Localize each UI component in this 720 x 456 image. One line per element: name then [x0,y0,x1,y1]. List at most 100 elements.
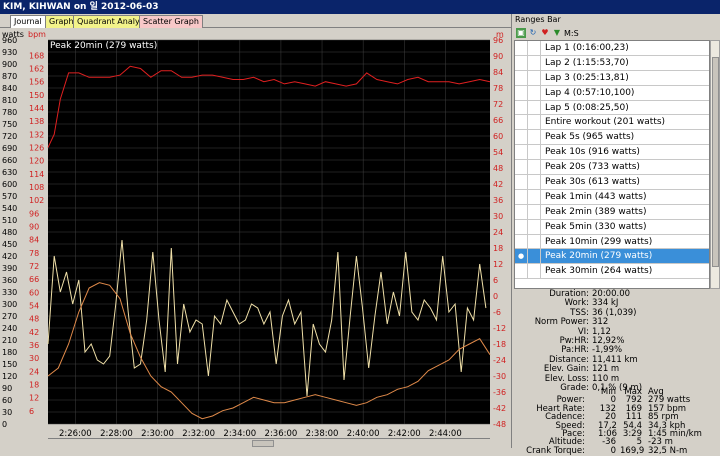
watts-tick-label: 450 [2,240,17,249]
range-item-label: Peak 30s (613 watts) [545,176,640,187]
watts-tick-label: 690 [2,144,17,153]
range-item-label: Peak 20min (279 watts) [545,251,653,262]
range-item-label: Lap 1 (0:16:00,23) [545,42,629,53]
bpm-tick-label: 78 [29,249,39,258]
bpm-tick-label: 132 [29,130,44,139]
range-select-checkbox[interactable] [528,160,541,175]
range-item[interactable]: Peak 20s (733 watts) [515,160,709,176]
image-icon[interactable]: ▣ [516,28,526,38]
scroll-thumb[interactable] [712,57,719,267]
bpm-tick-label: 66 [29,275,39,284]
altitude-tick-label: 84 [493,68,503,77]
watts-tick-label: 810 [2,96,17,105]
range-select-checkbox[interactable] [528,204,541,219]
range-select-checkbox[interactable] [528,219,541,234]
bpm-tick-label: 114 [29,170,44,179]
range-visibility-checkbox[interactable] [515,55,528,70]
ranges-vertical-scrollbar[interactable] [710,40,720,289]
range-select-checkbox[interactable] [528,249,541,264]
range-visibility-checkbox[interactable] [515,204,528,219]
range-visibility-checkbox[interactable] [515,189,528,204]
range-item-label: Peak 30min (264 watts) [545,266,653,277]
range-select-checkbox[interactable] [528,100,541,115]
range-visibility-checkbox[interactable] [515,130,528,145]
bpm-tick-label: 6 [29,407,34,416]
altitude-tick-label: 48 [493,164,503,173]
range-visibility-checkbox[interactable] [515,41,528,55]
range-select-checkbox[interactable] [528,174,541,189]
range-item[interactable]: Peak 10s (916 watts) [515,145,709,161]
range-item[interactable]: Peak 1min (443 watts) [515,189,709,205]
time-format-toggle[interactable]: M:S [564,29,579,38]
range-item[interactable]: Peak 10min (299 watts) [515,234,709,250]
ranges-list[interactable]: Lap 1 (0:16:00,23) Lap 2 (1:15:53,70) Lap … [514,40,710,289]
range-visibility-checkbox[interactable] [515,174,528,189]
range-item[interactable]: Entire workout (201 watts) [515,115,709,131]
range-select-checkbox[interactable] [528,85,541,100]
tab-scatter-graph[interactable]: Scatter Graph [139,15,203,28]
range-item[interactable]: Lap 3 (0:25:13,81) [515,70,709,86]
range-item-label: Peak 5s (965 watts) [545,132,635,143]
range-visibility-checkbox[interactable] [515,264,528,279]
range-select-checkbox[interactable] [528,55,541,70]
ranges-bar-title: Ranges Bar [515,15,561,24]
range-visibility-checkbox[interactable]: ● [515,249,528,264]
watts-tick-label: 120 [2,372,17,381]
range-visibility-checkbox[interactable] [515,160,528,175]
watts-tick-label: 510 [2,216,17,225]
range-select-checkbox[interactable] [528,41,541,55]
refresh-icon[interactable]: ↻ [528,28,538,38]
range-select-checkbox[interactable] [528,189,541,204]
range-visibility-checkbox[interactable] [515,219,528,234]
range-select-checkbox[interactable] [528,115,541,130]
range-item[interactable]: Peak 2min (389 watts) [515,204,709,220]
altitude-tick-label: 60 [493,132,503,141]
mma-row: Heart Rate: 132 169 157 bpm [512,404,720,413]
range-select-checkbox[interactable] [528,145,541,160]
range-item[interactable]: Peak 5min (330 watts) [515,219,709,235]
graph-chart[interactable]: 9609309008708408107807507206906606306005… [0,28,511,448]
watts-tick-label: 570 [2,192,17,201]
range-visibility-checkbox[interactable] [515,100,528,115]
range-visibility-checkbox[interactable] [515,145,528,160]
altitude-tick-label: 6 [493,276,498,285]
watts-tick-label: 30 [2,408,12,417]
range-select-checkbox[interactable] [528,264,541,279]
range-item[interactable]: Lap 5 (0:08:25,50) [515,100,709,116]
range-select-checkbox[interactable] [528,70,541,85]
altitude-axis-unit: m [496,30,504,39]
graph-panel[interactable]: 960 930 900 870 840 810 780 750 720 690 660 630 600 5… [0,28,511,448]
watts-tick-label: 780 [2,108,17,117]
range-item-label: Peak 1min (443 watts) [545,191,647,202]
range-visibility-checkbox[interactable] [515,70,528,85]
scroll-thumb[interactable] [252,440,274,447]
range-item-label: Peak 5min (330 watts) [545,221,647,232]
filter-icon[interactable]: ▼ [552,28,562,38]
range-item[interactable]: Lap 2 (1:15:53,70) [515,55,709,71]
range-visibility-checkbox[interactable] [515,85,528,100]
mma-row: Pace: 1:06 3:29 1:45 min/km [512,429,720,438]
altitude-tick-label: 72 [493,100,503,109]
tab-journal[interactable]: Journal [10,15,46,28]
bpm-tick-label: 156 [29,78,44,87]
bpm-tick-label: 162 [29,65,44,74]
graph-horizontal-scrollbar[interactable] [48,438,490,448]
bpm-tick-label: 30 [29,354,39,363]
watts-tick-label: 360 [2,276,17,285]
range-visibility-checkbox[interactable] [515,234,528,249]
stat-row: Norm Power: 312 [512,317,720,327]
range-item[interactable]: Peak 5s (965 watts) [515,130,709,146]
altitude-tick-label: 90 [493,52,503,61]
range-item[interactable]: Lap 4 (0:57:10,100) [515,85,709,101]
watts-axis-unit: watts [2,30,24,39]
range-item[interactable]: Peak 30s (613 watts) [515,174,709,190]
heart-icon[interactable]: ♥ [540,28,550,38]
range-item[interactable]: ● Peak 20min (279 watts) [515,249,709,265]
watts-tick-label: 870 [2,72,17,81]
range-item[interactable]: Peak 30min (264 watts) [515,264,709,280]
watts-tick-label: 660 [2,156,17,165]
range-select-checkbox[interactable] [528,130,541,145]
range-visibility-checkbox[interactable] [515,115,528,130]
range-select-checkbox[interactable] [528,234,541,249]
range-item[interactable]: Lap 1 (0:16:00,23) [515,41,709,56]
